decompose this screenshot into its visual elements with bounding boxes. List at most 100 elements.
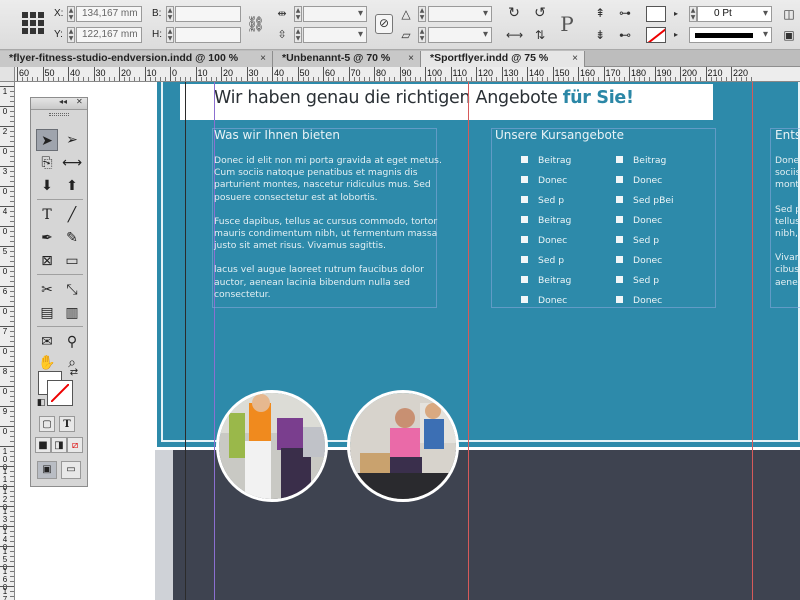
select-previous-icon[interactable]: ⊶ [617, 5, 633, 21]
vertical-ruler[interactable]: 1 0 2 0 3 0 4 0 5 0 6 0 7 0 8 0 9 0 100 110 120 130 140 150 160 1… [0, 82, 15, 600]
width-stepper[interactable]: ▲ ▼ [166, 6, 174, 22]
ruler-minor-tick [10, 116, 14, 117]
height-stepper[interactable]: ▲ ▼ [166, 27, 174, 43]
collapse-icon[interactable]: ◂◂ [59, 97, 67, 106]
fill-dropdown-icon[interactable]: ▸ [668, 6, 684, 22]
scale-x-icon[interactable]: ⇹ [274, 6, 290, 22]
headline[interactable]: Wir haben genau die richtigen Angebote f… [214, 88, 634, 108]
apply-gradient-icon[interactable]: ◨ [51, 437, 67, 453]
apply-none-icon[interactable]: ⧄ [67, 437, 83, 453]
col3-body: Donec sociis monte Sed p tellus nibh, v … [775, 155, 800, 289]
content-placer-icon[interactable]: ⬆ [61, 175, 83, 197]
tab-flyer-fitness[interactable]: *flyer-fitness-studio-endversion.indd @ … [0, 51, 273, 67]
tab-sportflyer[interactable]: *Sportflyer.indd @ 75 % × [421, 51, 585, 67]
document-canvas[interactable]: Wir haben genau die richtigen Angebote f… [15, 82, 800, 600]
stroke-color-swatch[interactable] [646, 27, 666, 43]
y-stepper[interactable]: ▲ ▼ [67, 27, 75, 43]
ruler-origin[interactable] [0, 67, 15, 82]
panel-grip[interactable] [49, 113, 69, 116]
fitness-photo-2[interactable] [347, 390, 459, 502]
pencil-tool-icon[interactable]: ✎ [61, 227, 83, 249]
stroke-weight-field[interactable]: 0 Pt [697, 6, 772, 22]
rectangle-frame-tool-icon[interactable]: ⊠ [36, 250, 58, 272]
width-field[interactable] [175, 6, 241, 22]
shear-angle-icon[interactable]: ▱ [398, 27, 414, 43]
fill-color-swatch[interactable] [646, 6, 666, 22]
gradient-feather-tool-icon[interactable]: ▥ [61, 302, 83, 324]
rotate-stepper[interactable]: ▲ ▼ [418, 6, 426, 22]
ruler-tick [297, 67, 299, 81]
stroke-swatch[interactable] [47, 380, 73, 406]
ruler-label: 170 [2, 587, 8, 600]
stroke-type-select[interactable] [689, 27, 772, 43]
close-icon[interactable]: × [572, 51, 578, 66]
screen-mode-icon[interactable]: ▭ [61, 461, 81, 479]
ruler-minor-tick [368, 77, 370, 81]
margin-guide-left[interactable] [185, 82, 186, 600]
close-icon[interactable]: × [408, 51, 414, 66]
formatting-container-icon[interactable]: ▢ [39, 416, 55, 432]
ruler-minor-tick [27, 77, 29, 81]
tools-panel-title-bar[interactable]: ◂◂ ✕ [31, 97, 87, 110]
note-tool-icon[interactable]: ✉ [36, 331, 58, 353]
stroke-weight-stepper[interactable]: ▲ ▼ [689, 6, 697, 22]
x-position-field[interactable]: 134,167 mm [76, 6, 142, 22]
shear-select[interactable] [428, 27, 492, 43]
close-icon[interactable]: ✕ [76, 97, 83, 106]
ruler-minor-tick [317, 77, 319, 81]
default-fill-stroke-icon[interactable]: ◧ [35, 397, 47, 409]
scale-x-stepper[interactable]: ▲ ▼ [294, 6, 302, 22]
pen-tool-icon[interactable]: ✒ [36, 227, 58, 249]
link-scale-icon[interactable]: ⊘ [375, 14, 393, 34]
rotate-ccw-icon[interactable]: ↺ [532, 5, 548, 21]
drop-shadow-icon[interactable]: ▣ [781, 27, 797, 43]
tools-panel[interactable]: ◂◂ ✕ ➤ ➢ ⎘ ⟷ ⬇ ⬆ T ╱ ✒ ✎ ⊠ ▭ ✂ ⤡ ▤ ▥ ✉ ⚲… [30, 97, 88, 487]
fitness-photo-1[interactable] [216, 390, 328, 502]
select-container-icon[interactable]: ⇞ [592, 5, 608, 21]
constrain-proportions-icon[interactable]: ⛓ [246, 16, 265, 32]
scale-y-select[interactable] [303, 27, 367, 43]
flip-vertical-icon[interactable]: ⇅ [532, 27, 548, 43]
formatting-text-icon[interactable]: T [59, 416, 75, 432]
scale-x-select[interactable] [303, 6, 367, 22]
content-collector-icon[interactable]: ⬇ [36, 175, 58, 197]
gap-tool-icon[interactable]: ⟷ [61, 152, 83, 174]
free-transform-tool-icon[interactable]: ⤡ [61, 279, 83, 301]
flip-horizontal-icon[interactable]: ⟷ [506, 27, 523, 43]
line-tool-icon[interactable]: ╱ [61, 204, 83, 226]
column-guide[interactable] [468, 82, 469, 600]
ruler-minor-tick [521, 77, 523, 81]
selection-tool-icon[interactable]: ➤ [36, 129, 58, 151]
height-field[interactable] [175, 27, 241, 43]
ruler-minor-tick [715, 77, 717, 81]
close-icon[interactable]: × [260, 51, 266, 66]
gradient-swatch-tool-icon[interactable]: ▤ [36, 302, 58, 324]
x-stepper[interactable]: ▲ ▼ [67, 6, 75, 22]
swap-fill-stroke-icon[interactable]: ⇄ [67, 366, 81, 380]
list-item: Beitrag [521, 215, 571, 235]
reference-point-grid[interactable] [22, 12, 44, 34]
apply-color-icon[interactable]: ■ [35, 437, 51, 453]
scale-y-stepper[interactable]: ▲ ▼ [294, 27, 302, 43]
rotate-angle-icon[interactable]: △ [398, 6, 414, 22]
scissors-tool-icon[interactable]: ✂ [36, 279, 58, 301]
rotate-cw-icon[interactable]: ↻ [506, 5, 522, 21]
scale-y-icon[interactable]: ⇳ [274, 27, 290, 43]
select-next-icon[interactable]: ⊷ [617, 27, 633, 43]
column-guide[interactable] [752, 82, 753, 600]
direct-selection-tool-icon[interactable]: ➢ [61, 129, 83, 151]
shear-stepper[interactable]: ▲ ▼ [418, 27, 426, 43]
page-tool-icon[interactable]: ⎘ [36, 152, 58, 174]
object-effects-icon[interactable]: ◫ [781, 6, 797, 22]
y-position-field[interactable]: 122,167 mm [76, 27, 142, 43]
rotate-select[interactable] [428, 6, 492, 22]
rectangle-tool-icon[interactable]: ▭ [61, 250, 83, 272]
ruler-minor-tick [124, 77, 126, 81]
select-content-icon[interactable]: ⇟ [592, 27, 608, 43]
tab-unbenannt[interactable]: *Unbenannt-5 @ 70 % × [273, 51, 421, 67]
stroke-dropdown-icon[interactable]: ▸ [668, 27, 684, 43]
eyedropper-tool-icon[interactable]: ⚲ [61, 331, 83, 353]
horizontal-ruler[interactable]: 60 50 40 30 20 10 0 10 20 30 40 50 60 70 80 90 100 110 120… [15, 67, 800, 82]
type-tool-icon[interactable]: T [36, 204, 58, 226]
normal-view-icon[interactable]: ▣ [37, 461, 57, 479]
